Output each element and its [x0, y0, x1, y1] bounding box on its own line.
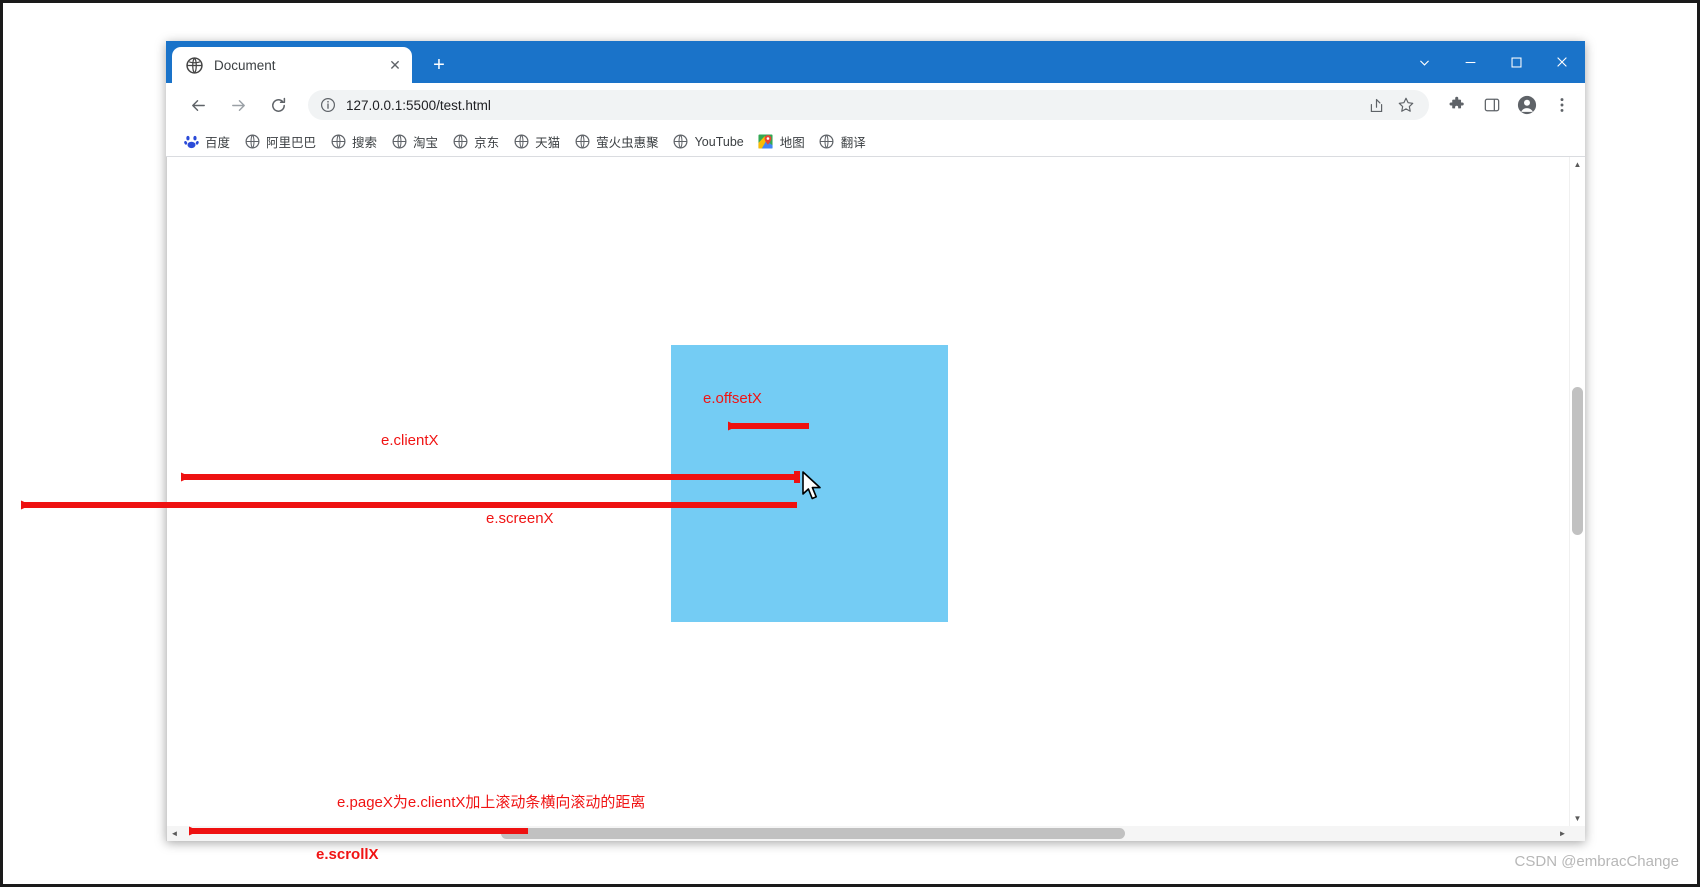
three-dot-menu-icon[interactable] — [1547, 90, 1577, 120]
bookmark-label: 翻译 — [840, 136, 866, 150]
globe-icon — [513, 134, 529, 150]
page-viewport: ▲ ▼ ◄ ► — [166, 157, 1585, 841]
bookmark-label: 地图 — [779, 136, 805, 150]
side-panel-icon[interactable] — [1477, 90, 1507, 120]
back-arrow-icon[interactable] — [182, 89, 214, 121]
browser-toolbar: 127.0.0.1:5500/test.html — [166, 83, 1585, 127]
address-bar-url: 127.0.0.1:5500/test.html — [346, 97, 491, 113]
close-icon[interactable] — [1539, 41, 1585, 83]
globe-icon — [186, 56, 203, 74]
scrollbar-corner — [1570, 826, 1585, 841]
minimize-icon[interactable] — [1447, 41, 1493, 83]
address-bar[interactable]: 127.0.0.1:5500/test.html — [308, 90, 1429, 120]
bookmark-search[interactable]: 搜索 — [323, 130, 384, 154]
google-maps-icon — [758, 134, 774, 150]
close-icon[interactable]: ✕ — [386, 56, 404, 74]
tab-title: Document — [214, 57, 276, 73]
bookmark-taobao[interactable]: 淘宝 — [384, 130, 445, 154]
bookmark-yinghuochong[interactable]: 萤火虫惠聚 — [567, 130, 666, 154]
demo-box[interactable] — [671, 345, 948, 622]
horizontal-scrollbar-thumb[interactable] — [501, 828, 1125, 839]
globe-icon — [819, 134, 835, 150]
reload-icon[interactable] — [262, 89, 294, 121]
bookmark-maps[interactable]: 地图 — [751, 130, 812, 154]
bookmark-label: 京东 — [474, 136, 500, 150]
bookmark-tmall[interactable]: 天猫 — [506, 130, 567, 154]
browser-titlebar: Document ✕ + — [166, 41, 1585, 83]
page-content — [167, 157, 1570, 826]
bookmark-alibaba[interactable]: 阿里巴巴 — [237, 130, 323, 154]
browser-tab-document[interactable]: Document ✕ — [172, 47, 412, 83]
forward-arrow-icon[interactable] — [222, 89, 254, 121]
bookmarks-bar: 百度 阿里巴巴 搜索 淘宝 京东 天猫 萤火虫惠聚 YouTube 地图 翻译 — [166, 127, 1585, 157]
bookmark-youtube[interactable]: YouTube — [666, 130, 751, 154]
bookmark-label: 搜索 — [352, 136, 378, 150]
maximize-icon[interactable] — [1493, 41, 1539, 83]
scroll-right-arrow-icon[interactable]: ► — [1555, 826, 1570, 841]
bookmark-label: 萤火虫惠聚 — [596, 136, 659, 150]
screenshot-frame: Document ✕ + 127.0.0.1:5500/test.html 百度… — [0, 0, 1700, 887]
vertical-scrollbar-thumb[interactable] — [1572, 387, 1583, 535]
window-controls — [1401, 41, 1585, 83]
globe-icon — [452, 134, 468, 150]
bookmark-label: 淘宝 — [413, 136, 439, 150]
annotation-label-scrollx: e.scrollX — [316, 846, 379, 863]
omnibox-actions — [1365, 94, 1417, 116]
globe-icon — [391, 134, 407, 150]
share-icon[interactable] — [1365, 94, 1387, 116]
info-circle-icon[interactable] — [320, 97, 336, 113]
profile-avatar-icon[interactable] — [1512, 90, 1542, 120]
scroll-left-arrow-icon[interactable]: ◄ — [167, 826, 182, 841]
watermark: CSDN @embracChange — [1514, 853, 1679, 870]
bookmark-label: 阿里巴巴 — [266, 136, 317, 150]
star-icon[interactable] — [1395, 94, 1417, 116]
new-tab-button[interactable]: + — [424, 50, 454, 80]
tab-search-chevron-icon[interactable] — [1401, 41, 1447, 83]
baidu-paw-icon — [183, 134, 199, 150]
browser-window: Document ✕ + 127.0.0.1:5500/test.html 百度… — [166, 41, 1585, 841]
bookmark-jd[interactable]: 京东 — [445, 130, 506, 154]
scroll-down-arrow-icon[interactable]: ▼ — [1570, 811, 1585, 826]
scroll-up-arrow-icon[interactable]: ▲ — [1570, 157, 1585, 172]
globe-icon — [673, 134, 689, 150]
bookmark-baidu[interactable]: 百度 — [176, 130, 237, 154]
bookmark-label: 天猫 — [535, 136, 561, 150]
horizontal-scrollbar[interactable]: ◄ ► — [167, 826, 1570, 841]
bookmark-label: YouTube — [694, 134, 744, 149]
bookmark-label: 百度 — [205, 136, 231, 150]
vertical-scrollbar[interactable]: ▲ ▼ — [1569, 157, 1585, 826]
globe-icon — [330, 134, 346, 150]
globe-icon — [574, 134, 590, 150]
globe-icon — [244, 134, 260, 150]
puzzle-piece-icon[interactable] — [1442, 90, 1472, 120]
bookmark-translate[interactable]: 翻译 — [812, 130, 873, 154]
